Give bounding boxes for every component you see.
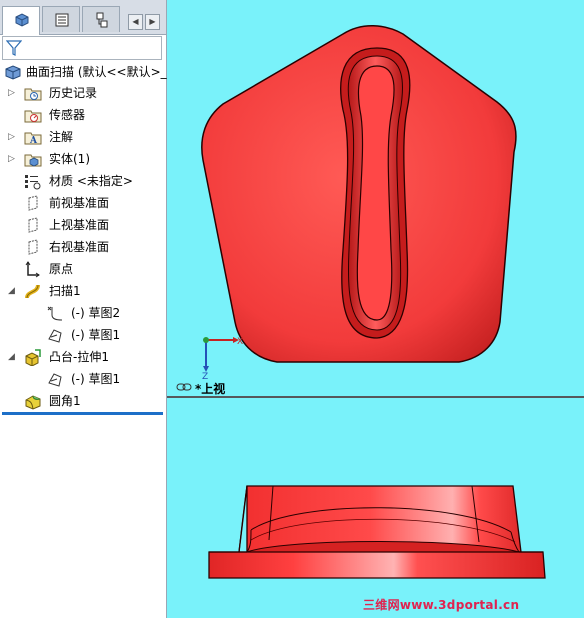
graphics-viewport[interactable]: X Z *上视 三维网www.3dportal.cn <box>167 0 584 618</box>
tab-scroll-right-button[interactable]: ▶ <box>145 14 160 30</box>
sweep-icon <box>25 284 40 299</box>
feature-manager-icon <box>15 13 29 27</box>
history-folder-icon <box>24 88 42 101</box>
expand-arrow-icon[interactable]: ▷ <box>8 127 18 147</box>
solid-bodies-icon <box>24 154 42 167</box>
tree-item-sketch2[interactable]: (-) 草图2 <box>30 303 164 323</box>
tree-item-label: 圆角1 <box>49 394 81 408</box>
expand-arrow-icon[interactable]: ▷ <box>8 149 18 169</box>
tree-item-sweep1[interactable]: ◢ 扫描1 <box>8 281 164 301</box>
configuration-manager-icon <box>96 12 108 28</box>
material-icon <box>25 175 41 190</box>
tree-item-right-plane[interactable]: 右视基准面 <box>8 237 164 257</box>
collapse-arrow-icon[interactable]: ◢ <box>8 281 18 301</box>
fillet-icon <box>25 395 41 410</box>
tree-item-label: 前视基准面 <box>49 196 110 210</box>
plane-icon <box>28 217 38 233</box>
tree-item-fillet1[interactable]: 圆角1 <box>8 391 164 411</box>
tree-item-label: (-) 草图2 <box>71 306 121 320</box>
tree-item-label: 传感器 <box>49 108 86 122</box>
top-view-model <box>201 25 517 363</box>
collapse-arrow-icon[interactable]: ◢ <box>8 347 18 367</box>
tree-item-label: 实体(1) <box>49 152 90 166</box>
tree-item-origin[interactable]: 原点 <box>8 259 164 279</box>
svg-text:A: A <box>29 136 38 146</box>
tree-item-top-plane[interactable]: 上视基准面 <box>8 215 164 235</box>
origin-icon <box>25 261 40 278</box>
triad-x-label: X <box>237 337 243 347</box>
plane-icon <box>28 239 38 255</box>
tree-item-front-plane[interactable]: 前视基准面 <box>8 193 164 213</box>
filter-icon <box>6 40 22 56</box>
rollback-bar[interactable] <box>2 412 163 415</box>
tree-item-sensors[interactable]: 传感器 <box>8 105 164 125</box>
tab-feature-manager[interactable] <box>2 6 40 35</box>
tree-item-sketch1[interactable]: (-) 草图1 <box>30 325 164 345</box>
link-views-icon[interactable] <box>176 382 192 392</box>
watermark-text: 三维网www.3dportal.cn <box>363 598 520 612</box>
tree-item-label: 原点 <box>49 262 74 276</box>
tree-item-history[interactable]: ▷ 历史记录 <box>8 83 164 103</box>
tree-item-label: 扫描1 <box>49 284 81 298</box>
sketch-icon <box>47 306 63 321</box>
tree-item-solid-bodies[interactable]: ▷ 实体(1) <box>8 149 164 169</box>
sketch-icon <box>48 373 62 387</box>
part-icon <box>5 65 21 80</box>
front-view-model <box>208 485 546 579</box>
tree-item-label: 历史记录 <box>49 86 98 100</box>
tree-item-label: 上视基准面 <box>49 218 110 232</box>
viewport-split-divider[interactable] <box>167 396 584 398</box>
tab-configuration-manager[interactable] <box>82 6 120 32</box>
tree-root-label: 曲面扫描 (默认<<默认>_ <box>26 65 167 79</box>
expand-arrow-icon[interactable]: ▷ <box>8 83 18 103</box>
tree-item-label: (-) 草图1 <box>71 328 121 342</box>
extrude-icon <box>25 349 41 366</box>
plane-icon <box>28 195 38 211</box>
annotations-icon: A <box>24 132 42 146</box>
tree-item-extrude-sketch1[interactable]: (-) 草图1 <box>30 369 164 389</box>
tree-filter[interactable] <box>2 36 162 60</box>
tab-property-manager[interactable] <box>42 6 80 32</box>
feature-manager-panel: ◀ ▶ 曲面扫描 (默认<<默认>_ ▷ 历史记录 传感器 ▷ A 注解 ▷ 实… <box>0 0 167 618</box>
tree-item-label: 凸台-拉伸1 <box>49 350 109 364</box>
tree-item-label: 注解 <box>49 130 74 144</box>
view-orientation-label: *上视 <box>195 382 226 396</box>
tree-item-boss-extrude1[interactable]: ◢ 凸台-拉伸1 <box>8 347 164 367</box>
model-render: X Z <box>201 25 546 579</box>
tree-item-label: 材质 <未指定> <box>49 174 133 188</box>
sensor-icon <box>24 110 42 123</box>
tree-item-annotations[interactable]: ▷ A 注解 <box>8 127 164 147</box>
sketch-icon <box>48 329 62 343</box>
tab-scroll-left-button[interactable]: ◀ <box>128 14 143 30</box>
view-triad: X Z <box>202 337 243 382</box>
tree-item-label: (-) 草图1 <box>71 372 121 386</box>
property-manager-icon <box>55 13 69 27</box>
tree-root[interactable]: 曲面扫描 (默认<<默认>_ <box>4 62 167 82</box>
manager-tabs: ◀ ▶ <box>0 0 166 35</box>
tree-item-material[interactable]: 材质 <未指定> <box>8 171 164 191</box>
tree-item-label: 右视基准面 <box>49 240 110 254</box>
